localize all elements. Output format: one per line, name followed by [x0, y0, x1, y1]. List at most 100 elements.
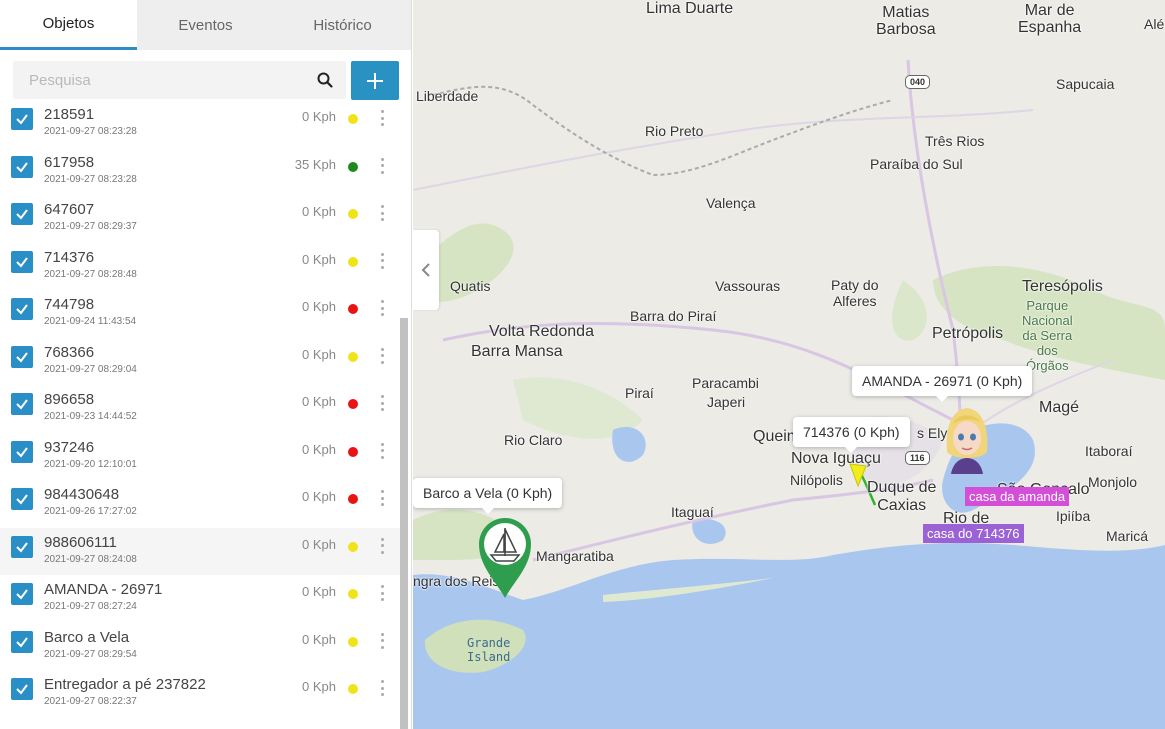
object-speed: 0 Kph: [302, 204, 336, 219]
more-options-icon[interactable]: [378, 108, 386, 128]
more-options-icon[interactable]: [378, 298, 386, 318]
object-timestamp: 2021-09-23 14:44:52: [44, 411, 137, 422]
tab-objetos[interactable]: Objetos: [0, 0, 137, 50]
map-label: Volta Redonda: [489, 323, 594, 340]
object-row[interactable]: Barco a Vela 2021-09-27 08:29:54 0 Kph: [0, 623, 400, 671]
status-dot: [348, 399, 358, 409]
checkmark-icon: [16, 161, 28, 173]
object-row[interactable]: AMANDA - 26971 2021-09-27 08:27:24 0 Kph: [0, 575, 400, 623]
object-checkbox[interactable]: [11, 298, 33, 320]
more-options-icon[interactable]: [378, 346, 386, 366]
object-timestamp: 2021-09-27 08:29:54: [44, 648, 137, 660]
object-row[interactable]: 984430648 2021-09-26 17:27:02 0 Kph: [0, 480, 400, 528]
object-row[interactable]: 744798 2021-09-24 11:43:54 0 Kph: [0, 290, 400, 338]
place-casa-do-714376[interactable]: casa do 714376: [923, 524, 1024, 543]
object-row[interactable]: 988606111 2021-09-27 08:24:08 0 Kph: [0, 527, 400, 575]
map-label: Japeri: [707, 394, 746, 410]
object-checkbox[interactable]: [11, 535, 33, 558]
status-dot: [348, 636, 358, 647]
search-input[interactable]: [13, 61, 303, 99]
map-label: Magé: [1039, 399, 1080, 416]
object-name: 744798: [44, 296, 95, 313]
checkmark-icon: [16, 304, 28, 315]
park-label: Parque Nacional da Serra dos Órgãos: [1022, 298, 1073, 373]
more-options-icon[interactable]: [378, 488, 386, 508]
search-icon[interactable]: [316, 71, 334, 89]
more-options-icon[interactable]: [378, 583, 386, 603]
tab-bar: Objetos Eventos Histórico: [0, 0, 411, 50]
plus-icon: [367, 72, 383, 89]
status-dot: [348, 494, 358, 504]
status-dot: [348, 209, 358, 219]
more-options-icon[interactable]: [378, 203, 386, 223]
object-checkbox[interactable]: [11, 393, 33, 415]
object-checkbox[interactable]: [11, 488, 33, 510]
map-view[interactable]: Lima Duarte Matias Barbosa Mar de Espanh…: [413, 0, 1165, 729]
collapse-sidebar-button[interactable]: [413, 230, 439, 310]
object-row[interactable]: 647607 2021-09-27 08:29:37 0 Kph: [0, 195, 400, 243]
object-name: 714376: [44, 248, 95, 266]
checkmark-icon: [16, 636, 28, 648]
map-label: Teresópolis: [1022, 278, 1103, 295]
checkmark-icon: [16, 684, 28, 695]
object-checkbox[interactable]: [11, 250, 33, 273]
map-label: Lima Duarte: [646, 0, 734, 17]
more-options-icon[interactable]: [378, 678, 386, 698]
object-checkbox[interactable]: [11, 155, 33, 178]
object-timestamp: 2021-09-27 08:28:48: [44, 268, 137, 280]
object-checkbox[interactable]: [11, 583, 33, 605]
object-name: 218591: [44, 106, 95, 123]
chevron-left-icon: [421, 263, 430, 277]
marker-amanda[interactable]: [941, 404, 993, 482]
object-checkbox[interactable]: [11, 203, 33, 225]
object-checkbox[interactable]: [11, 108, 33, 130]
status-dot: [348, 114, 358, 124]
object-speed: 0 Kph: [302, 251, 336, 267]
object-checkbox[interactable]: [11, 630, 33, 653]
object-speed: 0 Kph: [302, 631, 336, 647]
status-dot: [348, 446, 358, 457]
object-row[interactable]: 714376 2021-09-27 08:28:48 0 Kph: [0, 243, 400, 291]
object-list: 218591 2021-09-27 08:23:28 0 Kph 617958 2021…: [0, 100, 400, 729]
place-casa-da-amanda[interactable]: casa da amanda: [965, 487, 1070, 506]
object-timestamp: 2021-09-27 08:29:37: [44, 221, 137, 232]
more-options-icon[interactable]: [378, 251, 386, 271]
object-row[interactable]: Entregador a pé 237822 2021-09-27 08:22:3…: [0, 670, 400, 718]
marker-barco-a-vela[interactable]: [477, 516, 533, 600]
checkmark-icon: [16, 541, 28, 553]
map-label: Rio Claro: [504, 432, 563, 448]
object-speed: 0 Kph: [302, 489, 336, 504]
object-name: 647607: [44, 201, 95, 218]
more-options-icon[interactable]: [378, 631, 386, 651]
object-row[interactable]: 617958 2021-09-27 08:23:28 35 Kph: [0, 148, 400, 196]
object-speed: 0 Kph: [302, 299, 336, 314]
more-options-icon[interactable]: [378, 441, 386, 461]
tab-historico[interactable]: Histórico: [274, 0, 411, 50]
map-label: Vassouras: [715, 278, 781, 294]
map-label: Barra do Piraí: [630, 308, 717, 324]
road-shield-116: 116: [905, 451, 930, 465]
list-scrollbar[interactable]: [400, 318, 408, 729]
status-dot: [348, 541, 358, 552]
object-row[interactable]: 896658 2021-09-23 14:44:52 0 Kph: [0, 385, 400, 433]
object-row[interactable]: 218591 2021-09-27 08:23:28 0 Kph: [0, 100, 400, 148]
more-options-icon[interactable]: [378, 536, 386, 556]
sailboat-marker-icon: [479, 518, 531, 598]
object-checkbox[interactable]: [11, 440, 33, 463]
object-timestamp: 2021-09-27 08:24:08: [44, 553, 137, 565]
object-checkbox[interactable]: [11, 345, 33, 368]
status-dot: [348, 256, 358, 267]
object-row[interactable]: 768366 2021-09-27 08:29:04 0 Kph: [0, 338, 400, 386]
map-label: Rio Preto: [645, 123, 704, 139]
object-row[interactable]: 937246 2021-09-20 12:10:01 0 Kph: [0, 433, 400, 481]
map-label: Barra Mansa: [471, 343, 563, 360]
object-timestamp: 2021-09-27 08:23:28: [44, 126, 137, 137]
add-object-button[interactable]: [351, 61, 399, 100]
map-label: Nilópolis: [790, 472, 843, 488]
object-checkbox[interactable]: [11, 678, 33, 700]
object-name: 617958: [44, 153, 95, 171]
tab-eventos[interactable]: Eventos: [137, 0, 274, 50]
more-options-icon[interactable]: [378, 156, 386, 176]
more-options-icon[interactable]: [378, 393, 386, 413]
marker-714376[interactable]: [848, 462, 868, 488]
